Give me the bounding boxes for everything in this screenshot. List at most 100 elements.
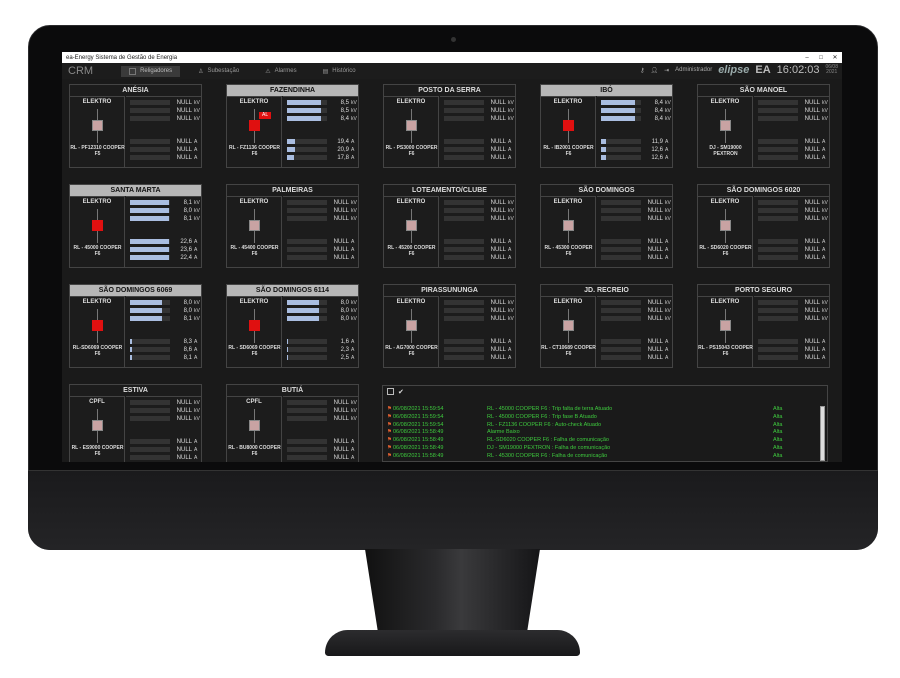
recloser-card[interactable]: SÃO DOMINGOS ELEKTRO RL - 45300 COOPER F6 N… (540, 184, 673, 268)
level-bar (758, 239, 798, 244)
card-diagram: ELEKTRO RL - 45200 COOPER F6 (384, 196, 439, 268)
card-diagram: ELEKTRO RL - PS15043 COOPER F6 (698, 296, 753, 368)
close-button[interactable]: ✕ (828, 54, 842, 61)
device-name: RL - 45000 COOPER F6 (73, 245, 122, 257)
breaker-icon[interactable] (406, 120, 417, 131)
level-bar (444, 355, 484, 360)
recloser-card[interactable]: JD. RECREIO ELEKTRO RL - CT10689 COOPER F6… (540, 284, 673, 368)
measurement-value: NULL (490, 215, 506, 222)
measurement-value: NULL (176, 407, 192, 414)
breaker-icon[interactable] (249, 220, 260, 231)
level-bar (130, 200, 170, 205)
measurement-row: 17,8 A (287, 154, 359, 161)
measurement-row: NULL kV (130, 399, 202, 406)
breaker-icon[interactable] (563, 320, 574, 331)
device-name: RL - 45200 COOPER F6 (387, 245, 436, 257)
card-title: IBÓ (541, 85, 672, 96)
event-row[interactable]: ⚑ 06/08/2021 15:58:49 DJ - SM19000 PEXTRON… (387, 445, 782, 452)
event-row[interactable]: ⚑ 06/08/2021 15:59:54 RL - FZ1136 COOPER F… (387, 422, 782, 429)
breaker-icon[interactable] (249, 320, 260, 331)
measurement-unit: A (508, 138, 512, 145)
recloser-card[interactable]: SÃO MANOEL ELEKTRO DJ - SM19000 PEXTRON NUL… (697, 84, 830, 168)
measurement-value: 20,9 (337, 146, 349, 153)
recloser-card[interactable]: ESTIVA CPFL RL - ES9000 COOPER F6 NULL kV NUL… (69, 384, 202, 462)
level-bar (758, 116, 798, 121)
measurement-unit: A (351, 254, 355, 261)
measurement-row: 22,4 A (130, 254, 202, 261)
tab-subestacao[interactable]: ♙ Subestação (190, 66, 247, 77)
breaker-icon[interactable] (563, 120, 574, 131)
measurement-value: NULL (333, 238, 349, 245)
measurement-row: NULL kV (758, 107, 830, 114)
level-bar (287, 347, 327, 352)
breaker-icon[interactable] (249, 420, 260, 431)
measurement-row: NULL kV (444, 315, 516, 322)
event-row[interactable]: ⚑ 06/08/2021 15:59:54 RL - 45000 COOPER F6… (387, 406, 782, 413)
breaker-icon[interactable] (720, 120, 731, 131)
breaker-icon[interactable] (92, 420, 103, 431)
measurement-row: 8,0 kV (287, 315, 359, 322)
recloser-card[interactable]: SANTA MARTA ELEKTRO RL - 45000 COOPER F6 8,… (69, 184, 202, 268)
device-name: RL - AG7000 COOPER F6 (385, 345, 438, 357)
recloser-card[interactable]: IBÓ ELEKTRO RL - IB2001 COOPER F6 8,4 kV 8,4 k… (540, 84, 673, 168)
breaker-icon[interactable] (406, 220, 417, 231)
level-bar (130, 347, 170, 352)
recloser-card[interactable]: BUTIÁ CPFL RL - BU8000 COOPER F6 NULL kV NULL… (226, 384, 359, 462)
breaker-icon[interactable] (563, 220, 574, 231)
recloser-card[interactable]: PALMEIRAS ELEKTRO RL - 45400 COOPER F6 NULL… (226, 184, 359, 268)
measurement-unit: A (665, 338, 669, 345)
measurement-value: NULL (647, 346, 663, 353)
measurement-unit: A (665, 238, 669, 245)
level-bar (758, 247, 798, 252)
event-row[interactable]: ⚑ 06/08/2021 15:58:49 RL-SD6020 COOPER F6 … (387, 437, 782, 444)
breaker-icon[interactable] (92, 320, 103, 331)
tab-historico[interactable]: ▤ Histórico (315, 66, 364, 77)
recloser-card[interactable]: PORTO SEGURO ELEKTRO RL - PS15043 COOPER F… (697, 284, 830, 368)
key-icon[interactable]: ⚷ (640, 67, 644, 74)
breaker-icon[interactable] (406, 320, 417, 331)
breaker-icon[interactable] (720, 320, 731, 331)
recloser-card[interactable]: SÃO DOMINGOS 6069 ELEKTRO RL-SD6069 COOPER… (69, 284, 202, 368)
measurement-row: 8,4 kV (601, 99, 673, 106)
level-bar (758, 208, 798, 213)
measurement-unit: A (665, 146, 669, 153)
measurement-unit: kV (351, 99, 357, 106)
recloser-card[interactable]: POSTO DA SERRA ELEKTRO RL - PS3000 COOPER … (383, 84, 516, 168)
select-all-checkbox[interactable] (387, 388, 394, 395)
event-row[interactable]: ⚑ 06/08/2021 15:58:49 Alarme Baixo Alta (387, 429, 782, 436)
breaker-icon[interactable] (249, 120, 260, 131)
recloser-card[interactable]: PIRASSUNUNGA ELEKTRO RL - AG7000 COOPER F6… (383, 284, 516, 368)
minimize-button[interactable]: – (800, 55, 814, 61)
recloser-card[interactable]: FAZENDINHA ELEKTRO AL RL - FZ1136 COOPER F6… (226, 84, 359, 168)
measurement-row: 8,5 kV (287, 99, 359, 106)
measurement-unit: A (194, 254, 198, 261)
recloser-card[interactable]: SÃO DOMINGOS 6114 ELEKTRO RL - SD6069 COOP… (226, 284, 359, 368)
card-title: PALMEIRAS (272, 187, 313, 194)
measurement-row: NULL kV (444, 299, 516, 306)
event-row[interactable]: ⚑ 06/08/2021 15:58:49 RL - 45300 COOPER F6… (387, 453, 782, 460)
logout-icon[interactable]: ⇥ (664, 67, 669, 74)
breaker-icon[interactable] (92, 220, 103, 231)
card-title: SÃO DOMINGOS 6114 (227, 285, 358, 296)
user-icon[interactable]: 👤︎ (651, 67, 659, 74)
measurement-row: NULL A (444, 138, 516, 145)
recloser-card[interactable]: ANÉSIA ELEKTRO RL - PF12310 COOPER F5 NULL k… (69, 84, 202, 168)
tab-alarmes[interactable]: ⚠ Alarmes (257, 66, 304, 77)
event-severity: Alta (773, 445, 783, 451)
card-title: SÃO DOMINGOS 6069 (70, 285, 201, 296)
acknowledge-icon[interactable]: ✔ (398, 388, 404, 396)
tab-religadores[interactable]: Religadores (121, 65, 181, 77)
measurement-row: 12,6 A (601, 154, 673, 161)
measurement-value: 22,6 (180, 238, 192, 245)
breaker-icon[interactable] (720, 220, 731, 231)
event-severity: Alta (773, 421, 783, 428)
measurement-row: 8,0 kV (130, 307, 202, 314)
breaker-icon[interactable] (92, 120, 103, 131)
recloser-card[interactable]: SÃO DOMINGOS 6020 ELEKTRO RL - SD6020 COOP… (697, 184, 830, 268)
measurement-unit: kV (351, 107, 357, 114)
recloser-card[interactable]: LOTEAMENTO/CLUBE ELEKTRO RL - 45200 COOPER… (383, 184, 516, 268)
level-bar (758, 139, 798, 144)
event-row[interactable]: ⚑ 06/08/2021 15:59:54 RL - 45000 COOPER F6… (387, 414, 782, 421)
maximize-button[interactable]: □ (814, 55, 828, 61)
scrollbar[interactable] (820, 406, 825, 461)
